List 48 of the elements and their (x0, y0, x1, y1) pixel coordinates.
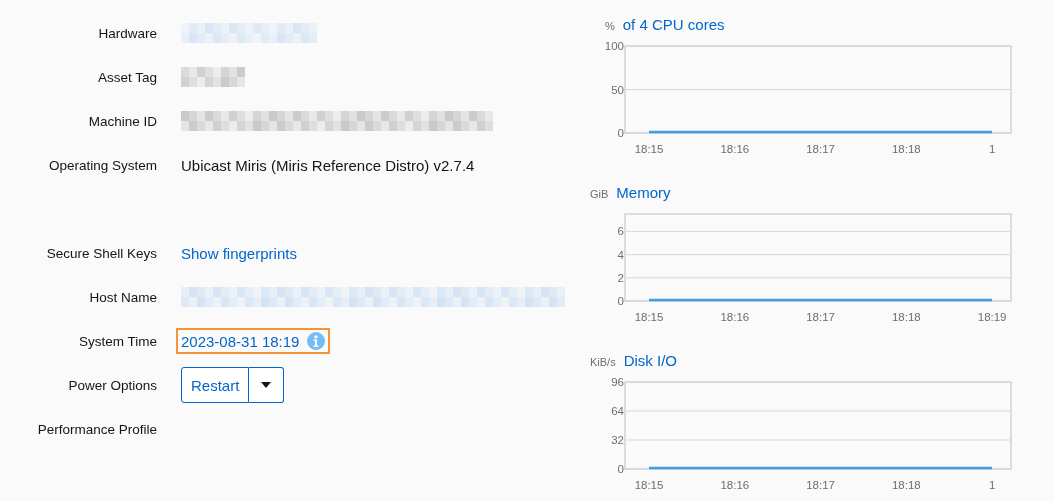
y-tick-label: 0 (617, 463, 624, 475)
x-tick-label: 18:15 (634, 311, 664, 323)
field-label: Performance Profile (36, 421, 157, 437)
x-tick-label: 1 (988, 479, 996, 491)
y-tick-label: 32 (611, 434, 624, 446)
link[interactable]: Show fingerprints (181, 244, 297, 262)
x-tick-label: 18:18 (891, 143, 921, 155)
field-value: Ubicast Miris (Miris Reference Distro) v2.7.4 (181, 156, 475, 174)
y-tick-label: 4 (617, 248, 624, 261)
x-tick-label: 18:16 (720, 311, 750, 323)
chart-title[interactable]: Disk I/O (623, 352, 678, 369)
x-tick-label: 18:17 (806, 143, 835, 155)
unit-label: KiB/s (590, 356, 616, 368)
x-tick-label: 18:15 (634, 143, 664, 155)
field-label: System Time (78, 333, 157, 349)
x-tick-label: 18:17 (806, 479, 835, 491)
unit-label: GiB (590, 188, 609, 200)
unit-label: % (605, 20, 615, 32)
x-tick-label: 18:18 (891, 479, 921, 491)
field-label: Host Name (88, 289, 157, 305)
x-tick-label: 1 (988, 143, 996, 155)
x-tick-label: 18:18 (891, 311, 921, 323)
field-label: Power Options (67, 377, 157, 393)
y-tick-label: 0 (617, 295, 624, 307)
restart-button[interactable]: Restart (181, 367, 250, 403)
caret-icon (261, 382, 272, 388)
field-label: Hardware (97, 25, 157, 41)
y-tick-label: 50 (611, 83, 624, 96)
x-tick-label: 18:16 (720, 479, 750, 491)
y-tick-label: 2 (617, 271, 624, 284)
y-tick-label: 96 (611, 376, 624, 388)
chart-title[interactable]: of 4 CPU cores (622, 16, 725, 33)
field-label: Secure Shell Keys (45, 245, 157, 261)
x-tick-label: 18:16 (720, 143, 750, 155)
time-link[interactable]: 2023-08-31 18:19 (176, 328, 331, 354)
y-tick-label: 100 (604, 40, 624, 52)
x-tick-label: 18:19 (977, 311, 1007, 323)
y-tick-label: 0 (617, 127, 624, 139)
field-label: Operating System (47, 157, 157, 173)
y-tick-label: 6 (617, 225, 624, 238)
chart-title[interactable]: Memory (616, 184, 671, 201)
y-tick-label: 64 (611, 405, 624, 417)
dropdown-toggle[interactable] (249, 367, 285, 403)
field-label: Machine ID (87, 113, 157, 129)
field-label: Asset Tag (96, 69, 157, 85)
x-tick-label: 18:17 (806, 311, 835, 323)
info-icon (307, 332, 326, 350)
x-tick-label: 18:15 (634, 479, 664, 491)
